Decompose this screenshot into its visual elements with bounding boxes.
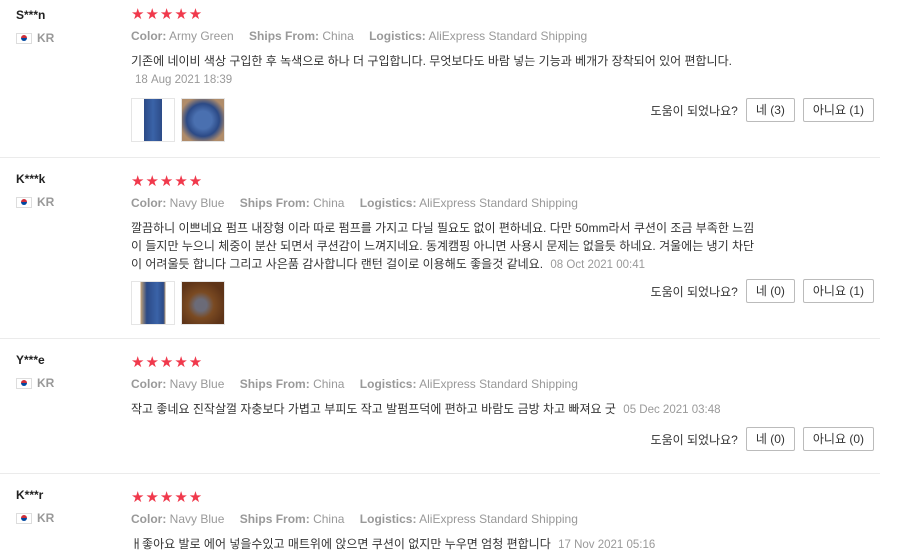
review-body: 작고 좋네요 진작살껄 자충보다 가볍고 부피도 작고 발펌프덕에 편하고 바람…: [131, 402, 616, 416]
reviewer-country: KR: [16, 31, 54, 45]
reviewer-info: Y***e KR: [16, 353, 54, 390]
country-code: KR: [37, 511, 55, 525]
country-code: KR: [37, 195, 55, 209]
ships-from-label: Ships From:: [239, 377, 310, 391]
review-content: ★★★★★ Color: Navy Blue Ships From: China…: [131, 354, 874, 419]
review-item: S***n KR ★★★★★ Color: Army Green Ships F…: [0, 0, 880, 158]
color-label: Color:: [131, 377, 167, 391]
review-meta: Color: Army Green Ships From: China Logi…: [131, 29, 874, 43]
review-text: ㅐ좋아요 발로 에어 넣을수있고 매트위에 앉으면 쿠션이 없지만 누우면 엄청…: [131, 535, 761, 554]
color-value: Navy Blue: [169, 196, 225, 210]
helpful-voting: 도움이 되었나요? 네 (0) 아니요 (0): [651, 427, 874, 451]
reviewer-name: K***k: [16, 172, 46, 186]
color-value: Navy Blue: [169, 512, 225, 526]
helpful-voting: 도움이 되었나요? 네 (3) 아니요 (1): [651, 98, 874, 122]
logistics-label: Logistics:: [359, 196, 417, 210]
helpful-voting: 도움이 되었나요? 네 (0) 아니요 (1): [651, 279, 874, 303]
review-photo[interactable]: [181, 98, 225, 142]
review-date: 17 Nov 2021 05:16: [558, 539, 656, 551]
logistics-value: AliExpress Standard Shipping: [419, 196, 578, 210]
review-date: 18 Aug 2021 18:39: [135, 74, 233, 86]
reviewer-country: KR: [16, 511, 54, 525]
reviewer-country: KR: [16, 376, 54, 390]
star-rating: ★★★★★: [131, 354, 204, 371]
kr-flag-icon: [16, 196, 32, 208]
reviewer-info: K***k KR: [16, 172, 54, 209]
review-date: 05 Dec 2021 03:48: [623, 404, 721, 416]
review-date: 08 Oct 2021 00:41: [550, 259, 646, 271]
reviewer-name: Y***e: [16, 353, 45, 367]
ships-from-value: China: [313, 377, 345, 391]
review-item: K***k KR ★★★★★ Color: Navy Blue Ships Fr…: [0, 158, 880, 339]
helpful-no-button[interactable]: 아니요 (0): [802, 427, 874, 451]
logistics-value: AliExpress Standard Shipping: [419, 512, 578, 526]
helpful-label: 도움이 되었나요?: [650, 284, 738, 299]
helpful-yes-button[interactable]: 네 (0): [745, 279, 795, 303]
star-rating: ★★★★★: [131, 6, 204, 23]
review-body: 깔끔하니 이쁘네요 펌프 내장형 이라 따로 펌프를 가지고 다닐 필요도 없이…: [131, 221, 755, 271]
color-label: Color:: [131, 29, 167, 43]
star-rating: ★★★★★: [131, 173, 204, 190]
review-photo[interactable]: [131, 98, 175, 142]
logistics-label: Logistics:: [369, 29, 426, 43]
reviewer-info: S***n KR: [16, 8, 54, 45]
review-content: ★★★★★ Color: Navy Blue Ships From: China…: [131, 489, 874, 554]
helpful-yes-button[interactable]: 네 (3): [745, 98, 795, 122]
logistics-label: Logistics:: [359, 377, 417, 391]
reviewer-info: K***r KR: [16, 488, 54, 525]
helpful-no-button[interactable]: 아니요 (1): [802, 98, 874, 122]
review-meta: Color: Navy Blue Ships From: China Logis…: [131, 377, 874, 391]
helpful-label: 도움이 되었나요?: [650, 103, 738, 118]
review-text: 작고 좋네요 진작살껄 자충보다 가볍고 부피도 작고 발펌프덕에 편하고 바람…: [131, 400, 761, 419]
ships-from-value: China: [322, 29, 354, 43]
logistics-value: AliExpress Standard Shipping: [428, 29, 588, 43]
review-text: 기존에 네이비 색상 구입한 후 녹색으로 하나 더 구입합니다. 무엇보다도 …: [131, 52, 761, 89]
review-photo[interactable]: [131, 281, 175, 325]
logistics-label: Logistics:: [359, 512, 417, 526]
ships-from-label: Ships From:: [249, 29, 320, 43]
review-body: ㅐ좋아요 발로 에어 넣을수있고 매트위에 앉으면 쿠션이 없지만 누우면 엄청…: [131, 537, 551, 551]
review-meta: Color: Navy Blue Ships From: China Logis…: [131, 512, 874, 526]
color-label: Color:: [131, 196, 167, 210]
review-item: K***r KR ★★★★★ Color: Navy Blue Ships Fr…: [0, 474, 880, 551]
ships-from-label: Ships From:: [239, 196, 310, 210]
review-item: Y***e KR ★★★★★ Color: Navy Blue Ships Fr…: [0, 339, 880, 474]
logistics-value: AliExpress Standard Shipping: [419, 377, 578, 391]
helpful-yes-button[interactable]: 네 (0): [745, 427, 795, 451]
country-code: KR: [37, 376, 55, 390]
ships-from-value: China: [313, 512, 345, 526]
review-meta: Color: Navy Blue Ships From: China Logis…: [131, 196, 874, 210]
kr-flag-icon: [16, 512, 32, 524]
review-body: 기존에 네이비 색상 구입한 후 녹색으로 하나 더 구입합니다. 무엇보다도 …: [131, 54, 732, 68]
reviewer-country: KR: [16, 195, 54, 209]
star-rating: ★★★★★: [131, 489, 204, 506]
helpful-label: 도움이 되었나요?: [650, 432, 738, 447]
ships-from-value: China: [313, 196, 345, 210]
country-code: KR: [37, 31, 55, 45]
kr-flag-icon: [16, 377, 32, 389]
review-text: 깔끔하니 이쁘네요 펌프 내장형 이라 따로 펌프를 가지고 다닐 필요도 없이…: [131, 219, 761, 274]
reviewer-name: S***n: [16, 8, 46, 22]
reviewer-name: K***r: [16, 488, 44, 502]
color-value: Army Green: [169, 29, 234, 43]
color-label: Color:: [131, 512, 167, 526]
ships-from-label: Ships From:: [239, 512, 310, 526]
review-photo[interactable]: [181, 281, 225, 325]
kr-flag-icon: [16, 32, 32, 44]
helpful-no-button[interactable]: 아니요 (1): [802, 279, 874, 303]
color-value: Navy Blue: [169, 377, 225, 391]
